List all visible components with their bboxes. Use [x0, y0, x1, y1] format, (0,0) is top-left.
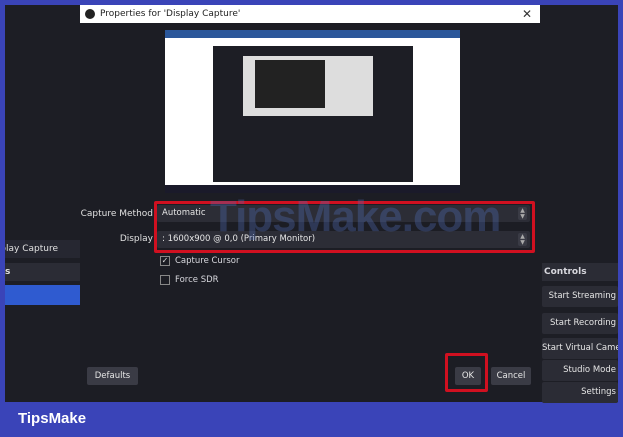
start-streaming-button[interactable]: Start Streaming — [542, 286, 618, 307]
controls-panel: Controls Start Streaming Start Recording… — [540, 5, 618, 403]
defaults-button[interactable]: Defaults — [87, 367, 138, 385]
studio-mode-button[interactable]: Studio Mode — [542, 360, 618, 381]
start-virtual-camera-button[interactable]: Start Virtual Camera — [542, 338, 618, 359]
dialog-title: Properties for 'Display Capture' — [100, 9, 241, 19]
source-display-capture[interactable]: Display Capture — [5, 240, 80, 258]
checkbox-unchecked-icon — [160, 275, 170, 285]
settings-button[interactable]: Settings — [542, 382, 618, 403]
checkbox-label: Capture Cursor — [175, 256, 240, 266]
start-recording-button[interactable]: Start Recording — [542, 313, 618, 334]
obs-logo-icon — [85, 9, 95, 19]
capture-method-row: Capture Method — [80, 204, 155, 224]
ok-highlight-box — [445, 353, 488, 392]
display-row: Display — [80, 229, 155, 249]
preview-taskbar — [165, 185, 460, 193]
sources-panel: Display Capture s — [5, 5, 80, 402]
selected-scene-item[interactable] — [5, 285, 80, 305]
preview-nested-dark — [255, 60, 325, 108]
cancel-button[interactable]: Cancel — [491, 367, 531, 385]
source-label: Display Capture — [5, 244, 58, 254]
highlight-box — [154, 201, 535, 253]
checkbox-label: Force SDR — [175, 275, 219, 285]
preview-obs-window — [213, 46, 413, 182]
controls-header: Controls — [542, 263, 618, 281]
footer-brand: TipsMake — [18, 410, 87, 427]
preview-nested — [243, 56, 373, 116]
checkbox-checked-icon: ✓ — [160, 256, 170, 266]
capture-preview — [165, 30, 460, 193]
close-icon[interactable]: ✕ — [522, 7, 532, 21]
force-sdr-checkbox[interactable]: Force SDR — [160, 275, 219, 285]
preview-titlebar — [165, 30, 460, 38]
capture-method-label: Capture Method — [80, 209, 153, 219]
display-label: Display — [119, 234, 153, 244]
capture-cursor-checkbox[interactable]: ✓ Capture Cursor — [160, 256, 239, 266]
properties-dialog: Properties for 'Display Capture' ✕ Captu… — [80, 5, 540, 402]
title-bar: Properties for 'Display Capture' ✕ — [80, 5, 540, 23]
panel-header: s — [5, 263, 80, 281]
